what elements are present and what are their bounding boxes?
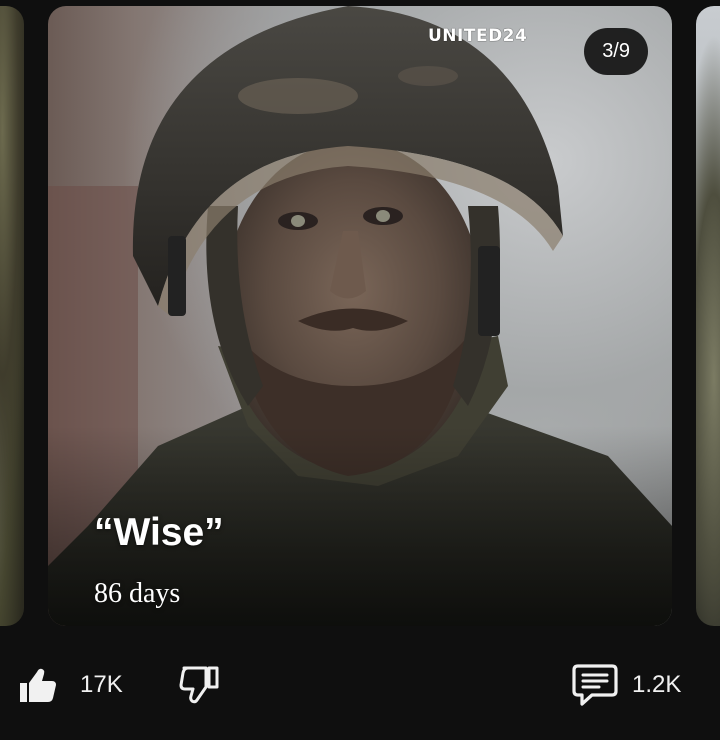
dislike-button[interactable] [178, 655, 220, 715]
caption-title: “Wise” [94, 511, 224, 554]
comments-button[interactable]: 1.2K [572, 655, 681, 715]
comment-icon [572, 663, 618, 707]
page-counter: 3/9 [584, 28, 648, 75]
caption-subtitle: 86 days [94, 578, 181, 609]
thumbs-up-icon [18, 666, 58, 704]
post-image-card[interactable]: UNITED24 3/9 “Wise” 86 days [48, 6, 672, 626]
post-screen: UNITED24 3/9 “Wise” 86 days 17K 1.2K [0, 0, 720, 740]
previous-slide[interactable] [0, 6, 24, 626]
next-slide[interactable] [696, 6, 720, 626]
thumbs-down-icon [178, 665, 220, 705]
brand-logo: UNITED24 [428, 26, 528, 46]
like-count: 17K [80, 671, 123, 698]
action-bar: 17K 1.2K [0, 655, 720, 715]
like-button[interactable]: 17K [18, 655, 123, 715]
comment-count: 1.2K [632, 671, 682, 698]
